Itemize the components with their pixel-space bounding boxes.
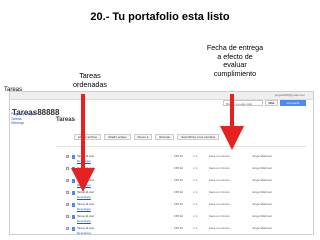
annotation-arrows	[71, 94, 244, 192]
